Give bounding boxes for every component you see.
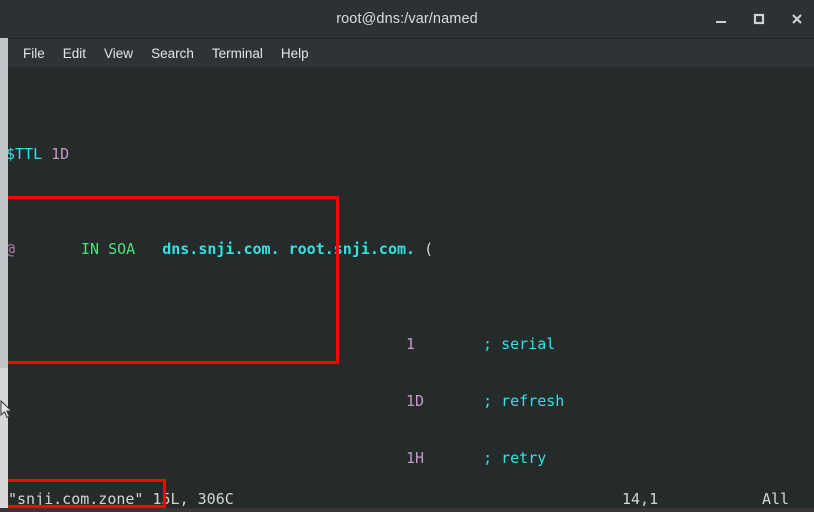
screenshot-root: root@dns:/var/named File Edit View Searc…: [0, 0, 814, 512]
soa-refresh-value: 1D: [406, 392, 425, 410]
maximize-icon[interactable]: [750, 10, 768, 28]
zone-line-ttl: $TTL 1D: [0, 145, 814, 164]
menu-item-view[interactable]: View: [95, 44, 142, 63]
soa-serial-value: 1: [406, 335, 416, 353]
ttl-directive: $TTL: [6, 145, 43, 163]
scrollbar-thumb[interactable]: [0, 38, 8, 368]
zone-line-soa: @ IN SOA dns.snji.com. root.snji.com.(: [0, 240, 814, 259]
soa-class-type: IN SOA: [81, 240, 136, 258]
window-controls: [712, 0, 806, 38]
minimize-icon[interactable]: [712, 10, 730, 28]
soa-rname: root.snji.com.: [288, 240, 416, 258]
soa-retry-value: 1H: [406, 449, 425, 467]
menu-item-help[interactable]: Help: [272, 44, 318, 63]
terminal-window: root@dns:/var/named File Edit View Searc…: [0, 0, 814, 512]
menubar: File Edit View Search Terminal Help: [0, 39, 814, 68]
menu-item-search[interactable]: Search: [142, 44, 203, 63]
window-title: root@dns:/var/named: [336, 11, 478, 27]
left-scrollbar[interactable]: [0, 38, 8, 512]
menu-item-terminal[interactable]: Terminal: [203, 44, 272, 63]
soa-mname: dns.snji.com.: [162, 240, 280, 258]
menu-item-file[interactable]: File: [14, 44, 54, 63]
soa-refresh-comment: ; refresh: [483, 392, 565, 410]
vim-buffer[interactable]: $TTL 1D @ IN SOA dns.snji.com. root.snji.com…: [0, 68, 814, 512]
zone-line-soa-serial: 1 ; serial: [0, 335, 814, 354]
desktop-background-sliver: [0, 508, 814, 512]
soa-open-paren: (: [424, 240, 434, 258]
soa-retry-comment: ; retry: [483, 449, 547, 467]
window-titlebar[interactable]: root@dns:/var/named: [0, 0, 814, 39]
terminal-body[interactable]: $TTL 1D @ IN SOA dns.snji.com. root.snji.com…: [0, 68, 814, 512]
zone-line-soa-retry: 1H ; retry: [0, 449, 814, 468]
soa-serial-comment: ; serial: [483, 335, 556, 353]
ttl-value: 1D: [51, 145, 70, 163]
zone-line-soa-refresh: 1D ; refresh: [0, 392, 814, 411]
close-icon[interactable]: [788, 10, 806, 28]
menu-item-edit[interactable]: Edit: [54, 44, 95, 63]
